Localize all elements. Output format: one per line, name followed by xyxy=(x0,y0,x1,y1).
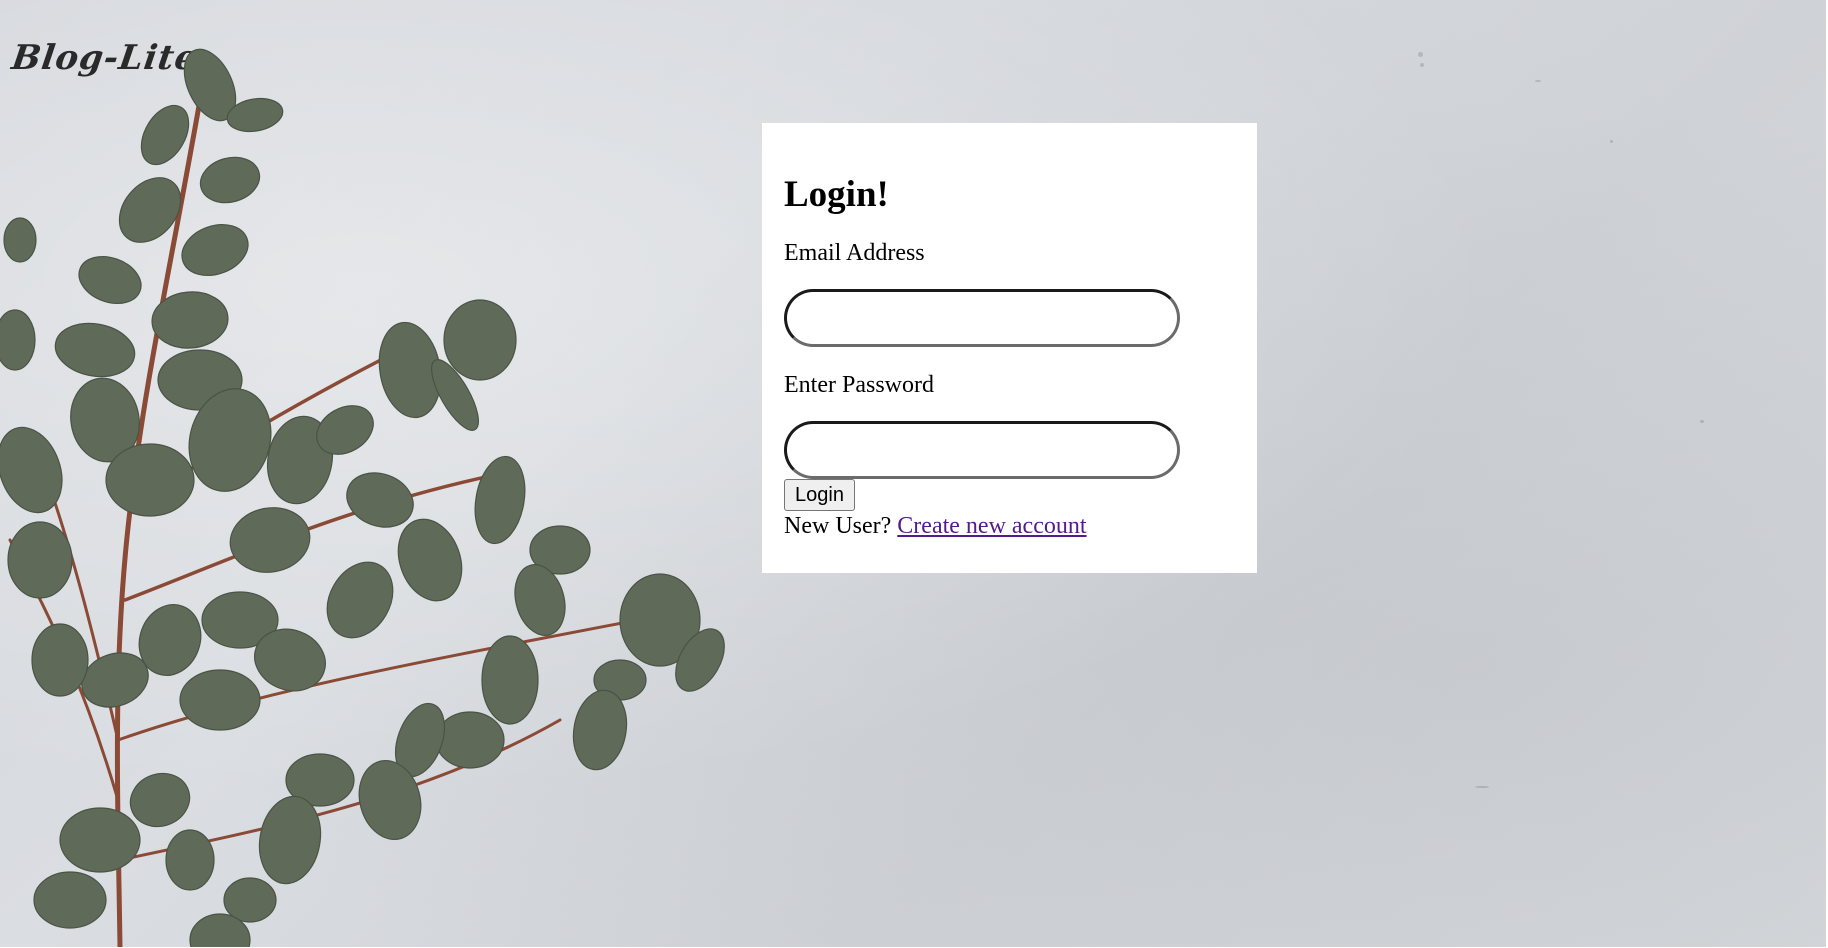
new-user-text: New User? xyxy=(784,513,892,539)
concrete-speckle xyxy=(1535,80,1541,82)
login-title: Login! xyxy=(784,174,889,215)
concrete-speckle xyxy=(1475,786,1489,788)
concrete-speckle xyxy=(1700,420,1704,423)
create-account-link[interactable]: Create new account xyxy=(897,513,1086,539)
password-label: Enter Password xyxy=(784,372,934,398)
login-card: Login! Email Address Enter Password Logi… xyxy=(762,123,1257,573)
concrete-speckle xyxy=(1418,52,1423,57)
email-field[interactable] xyxy=(784,289,1180,347)
concrete-speckle xyxy=(1420,63,1424,67)
login-button[interactable]: Login xyxy=(784,479,855,511)
eucalyptus-branch-illustration xyxy=(0,48,725,947)
password-field[interactable] xyxy=(784,421,1180,479)
concrete-speckle xyxy=(1610,140,1613,143)
email-label: Email Address xyxy=(784,240,925,266)
new-user-row: New User? Create new account xyxy=(784,513,1235,541)
